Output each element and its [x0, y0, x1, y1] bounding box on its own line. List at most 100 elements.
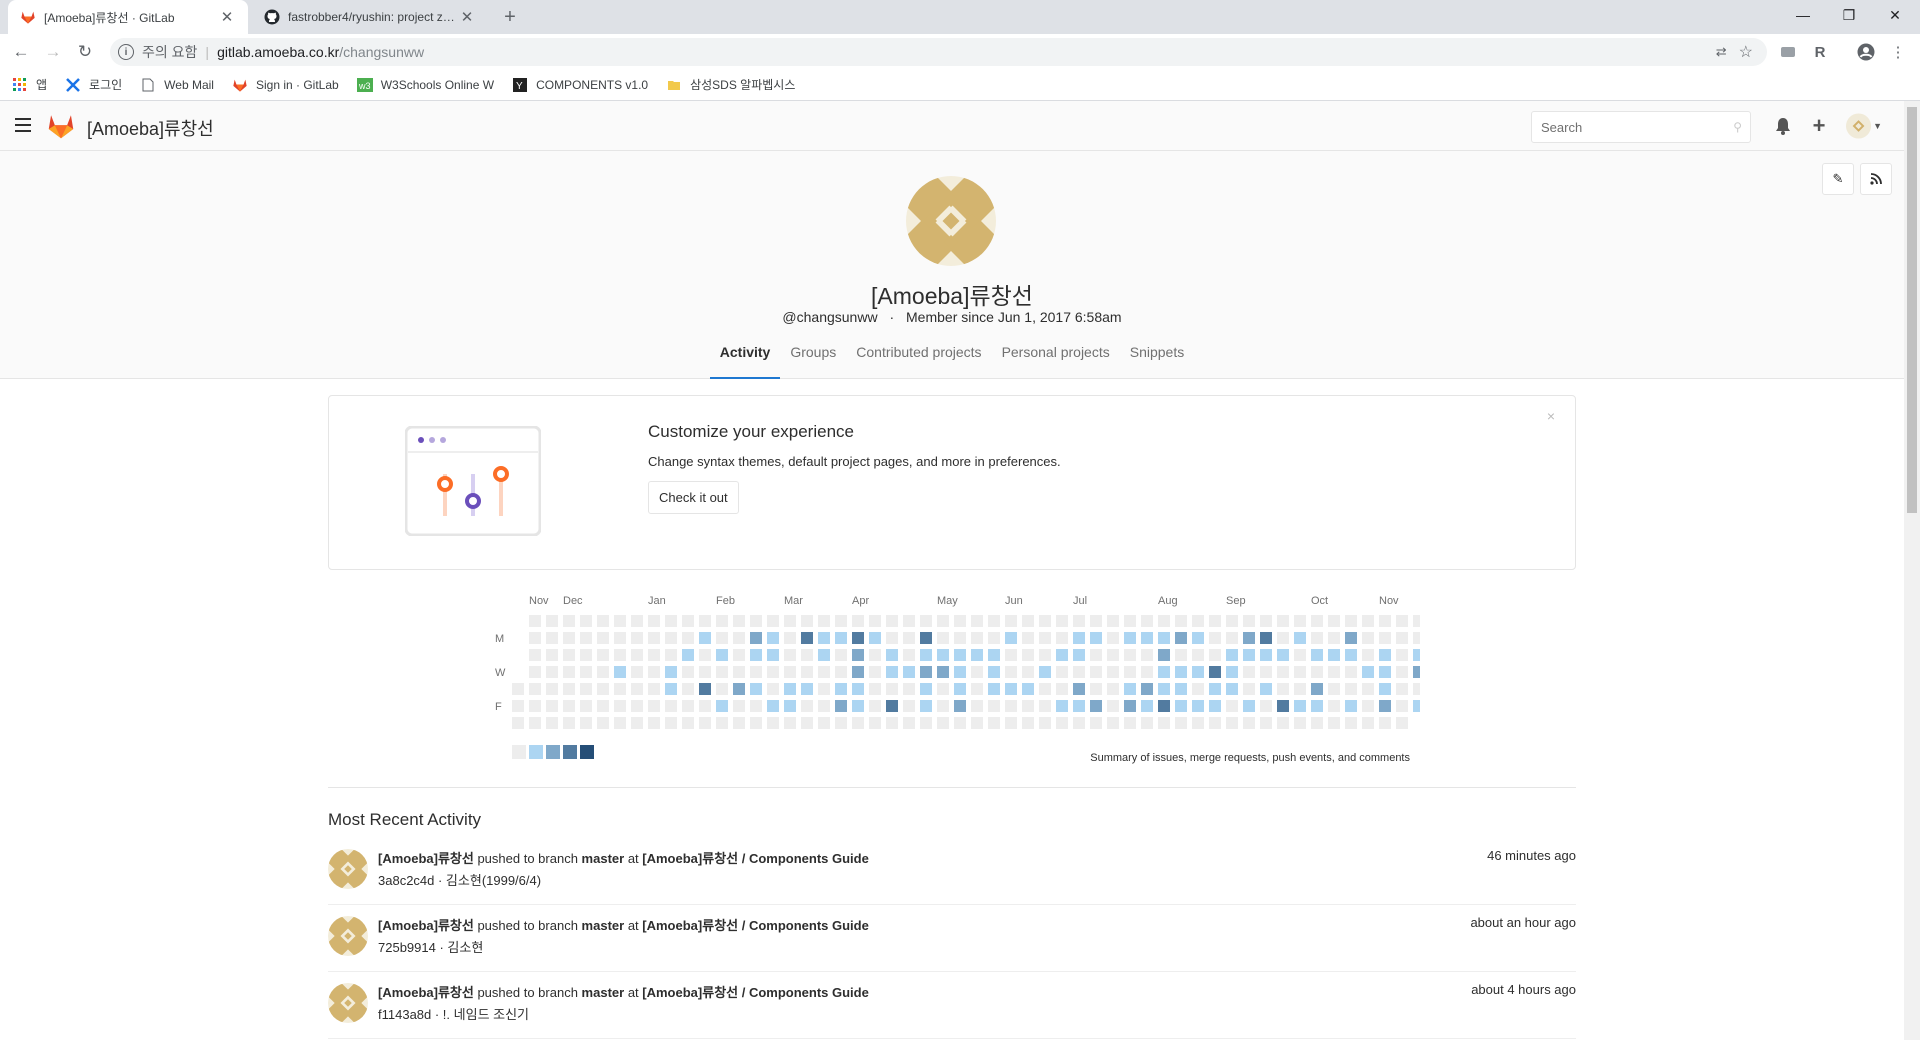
calendar-day-cell[interactable]: [818, 615, 830, 627]
calendar-day-cell[interactable]: [1311, 717, 1323, 729]
calendar-day-cell[interactable]: [971, 632, 983, 644]
calendar-day-cell[interactable]: [1328, 700, 1340, 712]
calendar-day-cell[interactable]: [699, 632, 711, 644]
tab-groups[interactable]: Groups: [780, 334, 846, 379]
calendar-day-cell[interactable]: [1260, 666, 1272, 678]
calendar-day-cell[interactable]: [682, 700, 694, 712]
bookmark-webmail[interactable]: Web Mail: [140, 77, 214, 93]
calendar-day-cell[interactable]: [1192, 683, 1204, 695]
calendar-day-cell[interactable]: [1141, 649, 1153, 661]
calendar-day-cell[interactable]: [1090, 649, 1102, 661]
bookmark-login[interactable]: 로그인: [65, 76, 122, 93]
calendar-day-cell[interactable]: [988, 700, 1000, 712]
calendar-day-cell[interactable]: [665, 649, 677, 661]
calendar-day-cell[interactable]: [750, 683, 762, 695]
calendar-day-cell[interactable]: [971, 717, 983, 729]
calendar-day-cell[interactable]: [1311, 683, 1323, 695]
bookmark-samsung[interactable]: 삼성SDS 알파벱시스: [666, 76, 795, 93]
calendar-day-cell[interactable]: [767, 649, 779, 661]
calendar-day-cell[interactable]: [1056, 649, 1068, 661]
event-author[interactable]: [Amoeba]류창선: [378, 851, 474, 866]
calendar-day-cell[interactable]: [1243, 649, 1255, 661]
calendar-day-cell[interactable]: [750, 717, 762, 729]
calendar-day-cell[interactable]: [1175, 632, 1187, 644]
calendar-day-cell[interactable]: [614, 683, 626, 695]
calendar-day-cell[interactable]: [1175, 649, 1187, 661]
calendar-day-cell[interactable]: [784, 717, 796, 729]
calendar-day-cell[interactable]: [852, 683, 864, 695]
calendar-day-cell[interactable]: [580, 700, 592, 712]
calendar-day-cell[interactable]: [1039, 717, 1051, 729]
calendar-day-cell[interactable]: [1328, 666, 1340, 678]
calendar-day-cell[interactable]: [869, 615, 881, 627]
calendar-day-cell[interactable]: [1005, 683, 1017, 695]
calendar-day-cell[interactable]: [597, 666, 609, 678]
calendar-day-cell[interactable]: [784, 615, 796, 627]
calendar-day-cell[interactable]: [563, 632, 575, 644]
calendar-day-cell[interactable]: [733, 632, 745, 644]
calendar-day-cell[interactable]: [1379, 615, 1391, 627]
calendar-day-cell[interactable]: [886, 717, 898, 729]
bookmark-star-icon[interactable]: ☆: [1739, 42, 1753, 62]
calendar-day-cell[interactable]: [1209, 717, 1221, 729]
calendar-day-cell[interactable]: [716, 649, 728, 661]
calendar-day-cell[interactable]: [563, 666, 575, 678]
calendar-day-cell[interactable]: [1243, 717, 1255, 729]
calendar-day-cell[interactable]: [699, 717, 711, 729]
calendar-day-cell[interactable]: [801, 666, 813, 678]
calendar-day-cell[interactable]: [886, 615, 898, 627]
calendar-day-cell[interactable]: [648, 717, 660, 729]
calendar-day-cell[interactable]: [1260, 683, 1272, 695]
calendar-day-cell[interactable]: [597, 649, 609, 661]
calendar-day-cell[interactable]: [920, 632, 932, 644]
calendar-day-cell[interactable]: [1107, 649, 1119, 661]
calendar-day-cell[interactable]: [767, 700, 779, 712]
calendar-day-cell[interactable]: [665, 717, 677, 729]
calendar-day-cell[interactable]: [818, 700, 830, 712]
calendar-day-cell[interactable]: [920, 649, 932, 661]
tab-activity[interactable]: Activity: [709, 334, 781, 379]
bookmark-apps[interactable]: 앱: [12, 76, 47, 93]
calendar-day-cell[interactable]: [733, 717, 745, 729]
calendar-day-cell[interactable]: [750, 615, 762, 627]
calendar-day-cell[interactable]: [1294, 700, 1306, 712]
calendar-day-cell[interactable]: [580, 717, 592, 729]
calendar-day-cell[interactable]: [903, 683, 915, 695]
calendar-day-cell[interactable]: [1226, 632, 1238, 644]
calendar-day-cell[interactable]: [767, 632, 779, 644]
calendar-day-cell[interactable]: [1124, 632, 1136, 644]
calendar-day-cell[interactable]: [699, 700, 711, 712]
calendar-day-cell[interactable]: [512, 700, 524, 712]
calendar-day-cell[interactable]: [1192, 666, 1204, 678]
event-author[interactable]: [Amoeba]류창선: [378, 918, 474, 933]
calendar-day-cell[interactable]: [1073, 717, 1085, 729]
calendar-day-cell[interactable]: [937, 700, 949, 712]
calendar-day-cell[interactable]: [512, 683, 524, 695]
calendar-day-cell[interactable]: [1260, 615, 1272, 627]
calendar-day-cell[interactable]: [1022, 717, 1034, 729]
calendar-day-cell[interactable]: [1328, 649, 1340, 661]
calendar-day-cell[interactable]: [1345, 649, 1357, 661]
user-avatar-dropdown[interactable]: ▼: [1846, 113, 1882, 139]
calendar-day-cell[interactable]: [597, 700, 609, 712]
calendar-day-cell[interactable]: [1192, 717, 1204, 729]
calendar-day-cell[interactable]: [869, 683, 881, 695]
calendar-day-cell[interactable]: [1124, 683, 1136, 695]
calendar-day-cell[interactable]: [1260, 700, 1272, 712]
calendar-day-cell[interactable]: [1294, 649, 1306, 661]
calendar-day-cell[interactable]: [546, 717, 558, 729]
calendar-day-cell[interactable]: [1379, 683, 1391, 695]
calendar-day-cell[interactable]: [1362, 700, 1374, 712]
calendar-day-cell[interactable]: [546, 615, 558, 627]
calendar-day-cell[interactable]: [648, 649, 660, 661]
calendar-day-cell[interactable]: [903, 615, 915, 627]
calendar-day-cell[interactable]: [1022, 649, 1034, 661]
calendar-day-cell[interactable]: [1073, 615, 1085, 627]
calendar-day-cell[interactable]: [835, 615, 847, 627]
calendar-day-cell[interactable]: [512, 717, 524, 729]
calendar-day-cell[interactable]: [682, 649, 694, 661]
calendar-day-cell[interactable]: [1396, 632, 1408, 644]
calendar-day-cell[interactable]: [801, 649, 813, 661]
calendar-day-cell[interactable]: [1192, 615, 1204, 627]
calendar-day-cell[interactable]: [1039, 683, 1051, 695]
